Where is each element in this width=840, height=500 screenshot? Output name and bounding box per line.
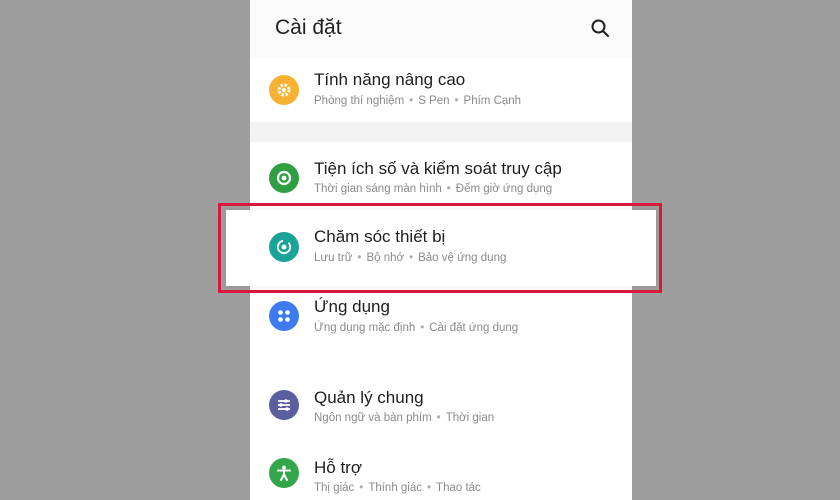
settings-item-apps[interactable]: Ứng dụng Ứng dụng mặc định • Cài đặt ứng d…: [250, 292, 632, 358]
subtitle-part: Thị giác: [314, 482, 355, 494]
accessibility-icon: [269, 458, 299, 488]
apps-icon: [269, 301, 299, 331]
app-header: Cài đặt: [250, 0, 632, 58]
subtitle-part: S Pen: [418, 95, 450, 107]
wellbeing-icon: [269, 163, 299, 193]
subtitle-part: Cài đặt ứng dụng: [429, 322, 519, 334]
settings-item-general[interactable]: Quản lý chung Ngôn ngữ và bàn phím • Thời …: [250, 376, 632, 442]
subtitle-part: Bảo vệ ứng dụng: [418, 252, 507, 264]
subtitle-part: Đếm giờ ứng dụng: [455, 183, 553, 195]
subtitle-part: Thính giác: [368, 482, 423, 494]
page-title: Cài đặt: [275, 16, 342, 39]
settings-item-device-care[interactable]: Chăm sóc thiết bị Lưu trữ • Bộ nhớ • Bảo vệ …: [226, 210, 656, 286]
item-title: Hỗ trợ: [314, 458, 362, 477]
item-subtitle: Lưu trữ • Bộ nhớ • Bảo vệ ứng dụng: [314, 252, 507, 264]
subtitle-part: Phòng thí nghiệm: [314, 95, 405, 107]
settings-card: Tính năng nâng cao Phòng thí nghiệm • S Pe…: [250, 58, 632, 122]
subtitle-part: Phím Cạnh: [463, 95, 522, 107]
settings-card: Quản lý chung Ngôn ngữ và bàn phím • Thời …: [250, 366, 632, 500]
subtitle-part: Lưu trữ: [314, 252, 353, 264]
item-title: Tính năng nâng cao: [314, 70, 466, 89]
item-subtitle: Ngôn ngữ và bàn phím • Thời gian: [314, 412, 495, 424]
device-care-icon: [269, 232, 299, 262]
settings-item-accessibility[interactable]: Hỗ trợ Thị giác • Thính giác • Thao tác: [250, 446, 632, 500]
item-title: Tiện ích số và kiểm soát truy cập: [314, 159, 562, 178]
subtitle-part: Ngôn ngữ và bàn phím: [314, 412, 432, 424]
settings-item-wellbeing[interactable]: Tiện ích số và kiểm soát truy cập Thời g…: [250, 142, 632, 208]
item-title: Chăm sóc thiết bị: [314, 227, 446, 246]
gear-icon: [269, 75, 299, 105]
item-subtitle: Ứng dụng mặc định • Cài đặt ứng dụng: [314, 322, 519, 334]
subtitle-part: Thời gian: [445, 412, 495, 424]
item-title: Ứng dụng: [314, 297, 390, 316]
search-button[interactable]: [586, 14, 614, 42]
item-subtitle: Thị giác • Thính giác • Thao tác: [314, 482, 481, 494]
subtitle-part: Bộ nhớ: [366, 252, 405, 264]
subtitle-part: Ứng dụng mặc định: [314, 322, 416, 334]
subtitle-part: Thời gian sáng màn hình: [314, 183, 442, 195]
item-subtitle: Phòng thí nghiệm • S Pen • Phím Cạnh: [314, 95, 522, 107]
item-title: Quản lý chung: [314, 388, 424, 407]
subtitle-part: Thao tác: [436, 482, 481, 494]
item-subtitle: Thời gian sáng màn hình • Đếm giờ ứng dụng: [314, 183, 553, 195]
sliders-icon: [269, 390, 299, 420]
search-icon: [591, 19, 610, 38]
settings-item-advanced[interactable]: Tính năng nâng cao Phòng thí nghiệm • S Pe…: [250, 58, 632, 122]
